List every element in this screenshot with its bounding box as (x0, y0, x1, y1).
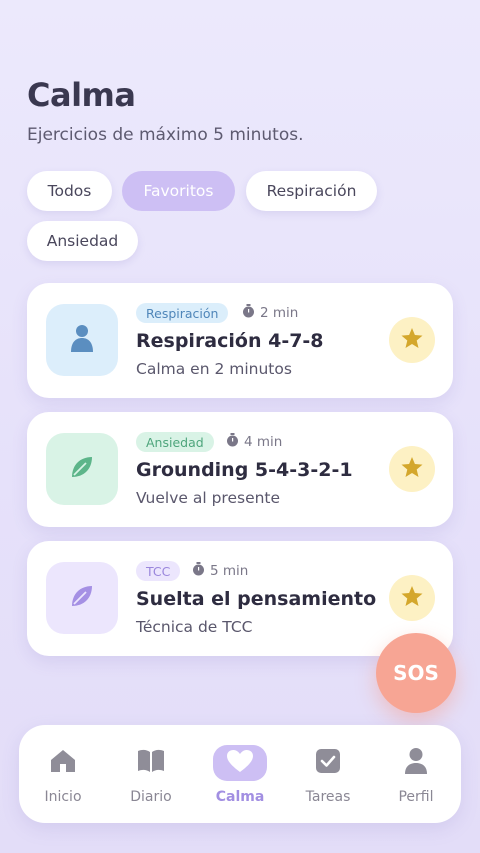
nav-icon-wrap (301, 745, 355, 781)
exercise-description: Vuelve al presente (136, 489, 281, 507)
star-icon (400, 456, 424, 483)
category-tag-label: Ansiedad (146, 434, 204, 450)
exercise-title: Respiración 4-7-8 (136, 330, 324, 352)
person-icon (69, 323, 95, 357)
book-icon (137, 749, 165, 777)
nav-label: Diario (130, 789, 172, 805)
star-icon (400, 327, 424, 354)
category-tag-label: TCC (146, 563, 171, 579)
heart-icon (226, 749, 254, 777)
exercise-card-respiracion[interactable]: Respiración 2 min Respiración 4-7-8 Calm… (27, 283, 453, 398)
duration: 4 min (226, 433, 282, 451)
nav-item-inicio[interactable]: Inicio (23, 725, 103, 823)
favorite-button[interactable] (389, 575, 435, 621)
stopwatch-icon (192, 562, 205, 580)
nav-icon-wrap (213, 745, 267, 781)
nav-item-perfil[interactable]: Perfil (376, 725, 456, 823)
exercise-description: Calma en 2 minutos (136, 360, 292, 378)
filter-chip-label: Ansiedad (46, 232, 119, 250)
category-tag: Ansiedad (136, 432, 214, 452)
favorite-button[interactable] (389, 446, 435, 492)
exercise-title: Grounding 5-4-3-2-1 (136, 459, 353, 481)
exercise-card-suelta[interactable]: TCC 5 min Suelta el pensamiento Técnica … (27, 541, 453, 656)
page-subtitle: Ejercicios de máximo 5 minutos. (27, 125, 304, 145)
filter-chip-favoritos[interactable]: Favoritos (122, 171, 235, 211)
page-title: Calma (27, 76, 136, 114)
duration-label: 5 min (210, 563, 249, 579)
duration: 2 min (242, 304, 298, 322)
favorite-button[interactable] (389, 317, 435, 363)
nav-label: Inicio (44, 789, 82, 805)
stopwatch-icon (226, 433, 239, 451)
filter-chip-ansiedad[interactable]: Ansiedad (27, 221, 138, 261)
duration-label: 4 min (244, 434, 283, 450)
nav-icon-wrap (36, 745, 90, 781)
duration-label: 2 min (260, 305, 299, 321)
nav-icon-wrap (124, 745, 178, 781)
filter-chip-label: Favoritos (143, 182, 214, 200)
duration: 5 min (192, 562, 248, 580)
nav-item-diario[interactable]: Diario (111, 725, 191, 823)
leaf-icon (68, 453, 96, 485)
nav-label: Perfil (398, 789, 434, 805)
exercise-icon-tile (46, 562, 118, 634)
exercise-icon-tile (46, 433, 118, 505)
filter-chip-label: Respiración (266, 182, 357, 200)
sos-button[interactable]: SOS (376, 633, 456, 713)
exercise-icon-tile (46, 304, 118, 376)
person-icon (404, 747, 428, 779)
exercise-description: Técnica de TCC (136, 618, 253, 636)
bottom-nav: Inicio Diario Calma Tareas Perfil (19, 725, 461, 823)
feather-icon (68, 582, 96, 614)
home-icon (50, 749, 76, 777)
nav-label: Calma (215, 789, 265, 805)
category-tag: TCC (136, 561, 181, 581)
category-tag-label: Respiración (146, 305, 219, 321)
category-tag: Respiración (136, 303, 229, 323)
filter-chip-respiracion[interactable]: Respiración (246, 171, 377, 211)
exercise-card-grounding[interactable]: Ansiedad 4 min Grounding 5-4-3-2-1 Vuelv… (27, 412, 453, 527)
nav-item-calma[interactable]: Calma (200, 725, 280, 823)
stopwatch-icon (242, 304, 255, 322)
nav-item-tareas[interactable]: Tareas (288, 725, 368, 823)
star-icon (400, 585, 424, 612)
nav-icon-wrap (389, 745, 443, 781)
filter-chip-label: Todos (47, 182, 92, 200)
filter-chip-todos[interactable]: Todos (27, 171, 112, 211)
nav-label: Tareas (305, 789, 351, 805)
exercise-title: Suelta el pensamiento (136, 588, 377, 610)
checkbox-icon (316, 749, 340, 777)
